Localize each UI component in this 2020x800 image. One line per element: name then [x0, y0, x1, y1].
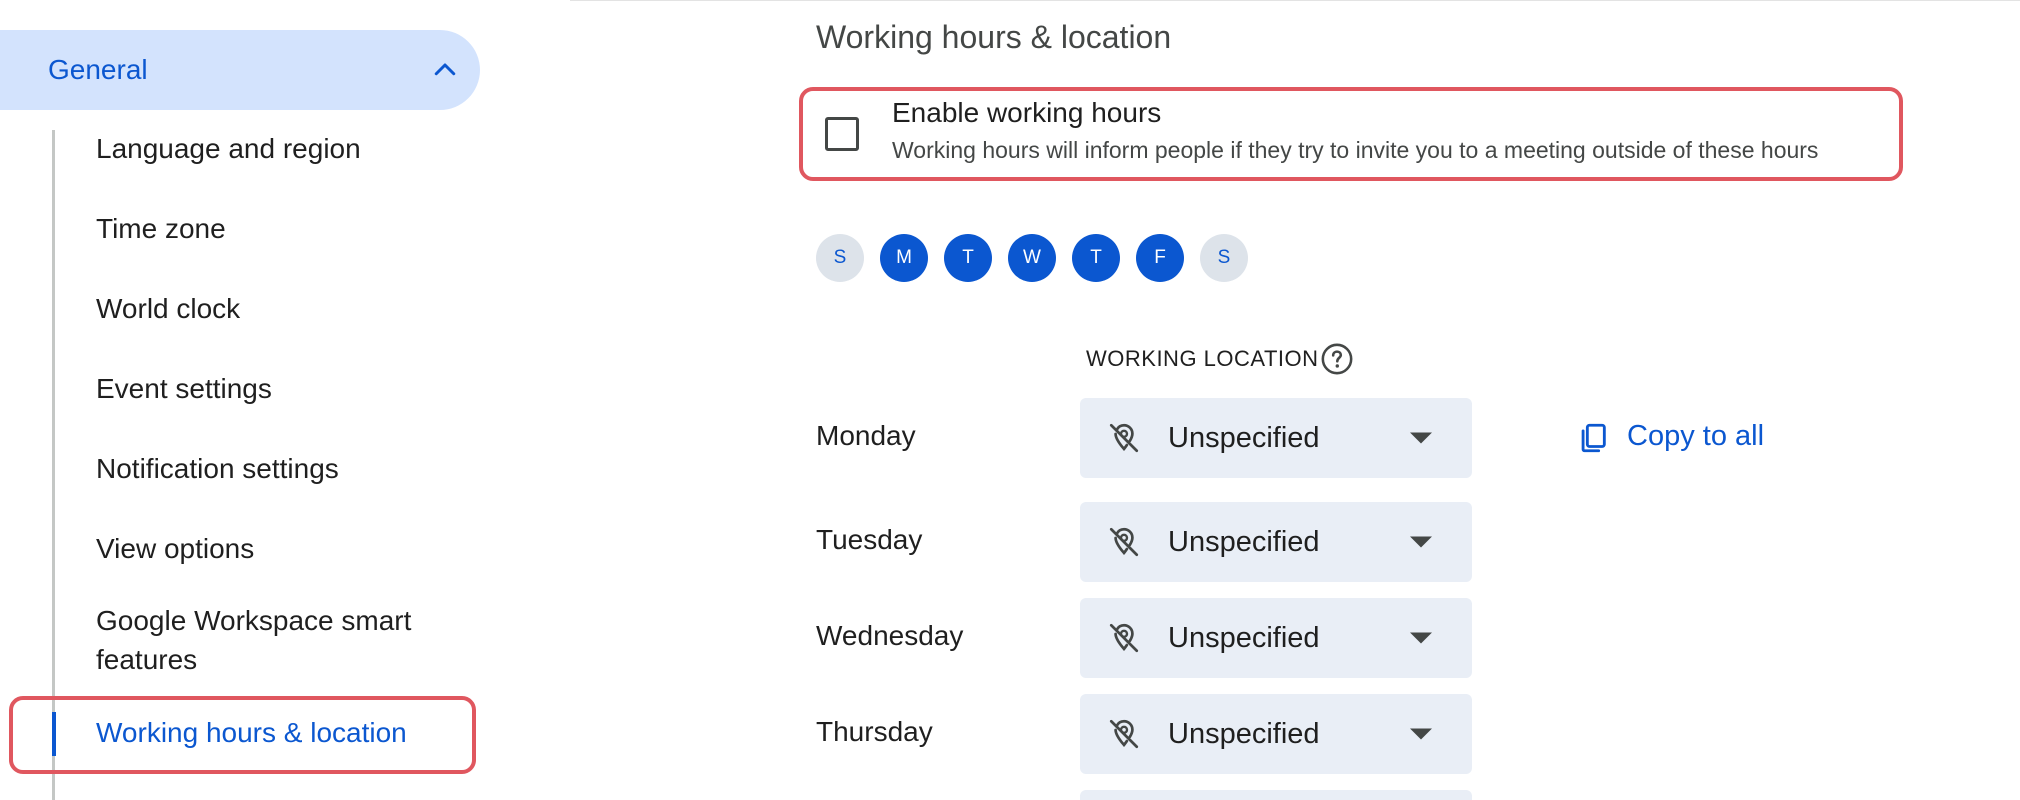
arrow-drop-down-icon [1410, 632, 1432, 644]
sidebar-item-notification-settings[interactable]: Notification settings [96, 449, 476, 488]
day-label-tuesday: Tuesday [816, 524, 923, 555]
top-divider [570, 0, 2020, 1]
page-title: Working hours & location [816, 19, 1172, 55]
location-dropdown-thursday[interactable]: Unspecified [1080, 694, 1472, 774]
arrow-drop-down-icon [1410, 536, 1432, 548]
highlight-box-sidebar [9, 696, 476, 774]
location-off-icon [1109, 527, 1139, 557]
copy-to-all-label: Copy to all [1627, 420, 1765, 452]
day-label-wednesday: Wednesday [816, 620, 964, 651]
location-off-icon [1109, 719, 1139, 749]
day-toggle-monday[interactable]: M [880, 234, 928, 282]
location-dropdown-friday[interactable] [1080, 790, 1472, 800]
day-toggle-saturday[interactable]: S [1200, 234, 1248, 282]
location-dropdown-monday[interactable]: Unspecified [1080, 398, 1472, 478]
help-circle-icon[interactable] [1320, 342, 1354, 376]
day-label-monday: Monday [816, 420, 916, 451]
location-dropdown-wednesday[interactable]: Unspecified [1080, 598, 1472, 678]
arrow-drop-down-icon [1410, 432, 1432, 444]
sidebar-item-time-zone[interactable]: Time zone [96, 209, 476, 248]
day-toggle-thursday[interactable]: T [1072, 234, 1120, 282]
location-value-thursday: Unspecified [1168, 718, 1320, 750]
arrow-drop-down-icon [1410, 728, 1432, 740]
day-toggle-wednesday[interactable]: W [1008, 234, 1056, 282]
highlight-box-enable [799, 87, 1903, 181]
sidebar-section-label: General [48, 54, 148, 85]
sidebar-item-world-clock[interactable]: World clock [96, 289, 476, 328]
location-value-wednesday: Unspecified [1168, 622, 1320, 654]
location-off-icon [1109, 623, 1139, 653]
sidebar-item-event-settings[interactable]: Event settings [96, 369, 476, 408]
chevron-up-icon[interactable] [430, 55, 460, 85]
working-location-header: WORKING LOCATION [1086, 346, 1319, 371]
sidebar-item-view-options[interactable]: View options [96, 529, 476, 568]
location-value-tuesday: Unspecified [1168, 526, 1320, 558]
copy-icon [1581, 423, 1606, 453]
day-toggle-sunday[interactable]: S [816, 234, 864, 282]
day-toggle-tuesday[interactable]: T [944, 234, 992, 282]
sidebar-item-google-workspace-smart-features[interactable]: Google Workspace smart features [96, 601, 436, 679]
location-off-icon [1109, 423, 1139, 453]
location-value-monday: Unspecified [1168, 422, 1320, 454]
location-dropdown-tuesday[interactable]: Unspecified [1080, 502, 1472, 582]
day-label-thursday: Thursday [816, 716, 933, 747]
day-toggle-friday[interactable]: F [1136, 234, 1184, 282]
sidebar-item-language-and-region[interactable]: Language and region [96, 129, 476, 168]
